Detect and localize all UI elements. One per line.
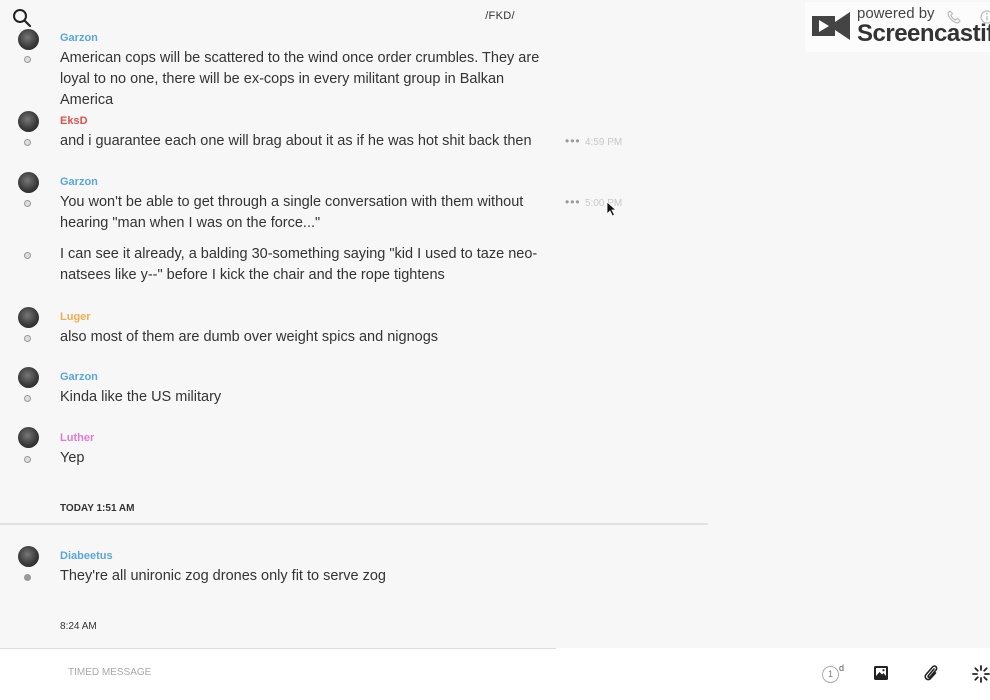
message-list: Garzon American cops will be scattered t… xyxy=(0,0,710,650)
timer-button[interactable]: 1 d xyxy=(822,663,846,686)
message-author[interactable]: Garzon xyxy=(60,176,98,188)
avatar[interactable] xyxy=(18,307,39,328)
screencastify-watermark: powered by Screencastify xyxy=(805,2,990,52)
date-separator: TODAY 1:51 AM xyxy=(60,503,135,514)
video-camera-logo-icon xyxy=(812,12,850,40)
sparkle-icon[interactable] xyxy=(972,665,990,683)
message-text: You won't be able to get through a singl… xyxy=(60,194,524,231)
message-timestamp: 4:59 PM xyxy=(585,137,623,148)
message-author[interactable]: Luther xyxy=(60,432,94,444)
avatar[interactable] xyxy=(18,367,39,388)
timer-unit-label: d xyxy=(839,663,845,673)
message-author[interactable]: Luger xyxy=(60,311,91,323)
read-status-icon xyxy=(24,335,31,342)
sent-status-icon xyxy=(24,574,31,581)
read-status-icon xyxy=(24,200,31,207)
mouse-cursor-icon xyxy=(606,201,618,217)
message-more-icon[interactable]: ••• xyxy=(565,195,581,209)
message-text: I can see it already, a balding 30-somet… xyxy=(60,246,538,283)
phone-icon[interactable] xyxy=(947,10,961,24)
read-status-icon xyxy=(24,456,31,463)
avatar[interactable] xyxy=(18,546,39,567)
message-text: also most of them are dumb over weight s… xyxy=(60,329,439,345)
paperclip-icon[interactable] xyxy=(923,663,939,683)
read-status-icon xyxy=(24,395,31,402)
avatar[interactable] xyxy=(18,427,39,448)
message-text: Kinda like the US military xyxy=(60,389,222,405)
time-separator: 8:24 AM xyxy=(60,621,97,632)
read-status-icon xyxy=(24,56,31,63)
message-author[interactable]: Garzon xyxy=(60,32,98,44)
avatar[interactable] xyxy=(18,172,39,193)
composer-bar: 1 d xyxy=(0,648,990,700)
read-status-icon xyxy=(24,252,31,259)
message-author[interactable]: Garzon xyxy=(60,371,98,383)
timer-icon: 1 xyxy=(822,666,839,683)
message-text: They're all unironic zog drones only fit… xyxy=(60,568,386,584)
avatar[interactable] xyxy=(18,111,39,132)
message-text: and i guarantee each one will brag about… xyxy=(60,133,532,149)
composer-divider xyxy=(0,648,556,649)
read-status-icon xyxy=(24,139,31,146)
message-text: American cops will be scattered to the w… xyxy=(60,50,540,108)
watermark-brand: Screencastify xyxy=(857,20,990,47)
avatar[interactable] xyxy=(18,29,39,50)
message-author[interactable]: EksD xyxy=(60,115,88,127)
message-author[interactable]: Diabeetus xyxy=(60,550,113,562)
info-icon[interactable] xyxy=(980,10,990,24)
image-icon[interactable] xyxy=(873,665,889,681)
message-text: Yep xyxy=(60,450,85,466)
message-more-icon[interactable]: ••• xyxy=(565,134,581,148)
divider xyxy=(0,523,708,525)
message-input[interactable] xyxy=(66,666,570,679)
